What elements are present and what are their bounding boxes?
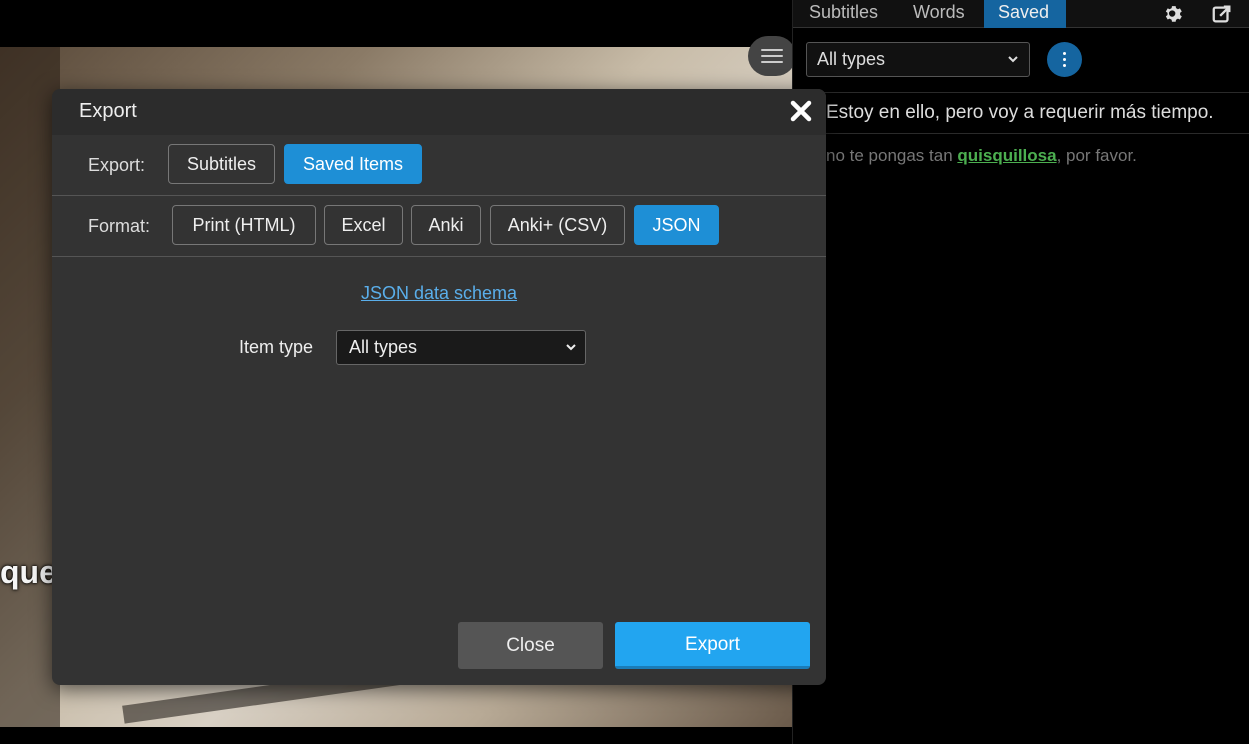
saved-subtitle-line[interactable]: Estoy en ello, pero voy a requerir más t…: [826, 102, 1214, 124]
panel-type-filter-select[interactable]: All types: [806, 42, 1030, 77]
side-panel: Subtitles Words Saved All types Estoy en…: [792, 0, 1249, 744]
format-label: Format:: [88, 216, 151, 236]
export-saved-items-button[interactable]: Saved Items: [284, 144, 422, 184]
vertical-dots-icon: [1063, 52, 1066, 67]
saved-subtitle-line[interactable]: no te pongas tan quisquillosa, por favor…: [826, 146, 1137, 166]
tab-saved[interactable]: Saved: [984, 0, 1066, 28]
export-source-row: Export: Subtitles Saved Items: [52, 135, 826, 196]
panel-divider: [793, 133, 1249, 134]
more-options-button[interactable]: [1047, 42, 1082, 77]
subtitle-text: , por favor.: [1056, 146, 1137, 165]
hamburger-icon: [761, 49, 783, 63]
format-anki-csv-button[interactable]: Anki+ (CSV): [490, 205, 625, 245]
panel-divider: [793, 92, 1249, 93]
panel-tabs: Subtitles Words Saved: [793, 0, 1249, 28]
export-button[interactable]: Export: [615, 622, 810, 669]
chevron-down-icon: [566, 344, 576, 351]
hamburger-menu-button[interactable]: [748, 36, 796, 76]
item-type-label: Item type: [239, 337, 314, 357]
gear-icon[interactable]: [1163, 3, 1185, 25]
format-json-button[interactable]: JSON: [634, 205, 719, 245]
external-edit-icon[interactable]: [1211, 3, 1233, 25]
format-row: Format: Print (HTML) Excel Anki Anki+ (C…: [52, 196, 826, 257]
export-source-label: Export:: [88, 155, 146, 175]
dialog-header: Export: [52, 89, 826, 135]
item-type-select[interactable]: All types: [336, 330, 586, 365]
format-anki-button[interactable]: Anki: [411, 205, 481, 245]
tab-subtitles[interactable]: Subtitles: [795, 0, 892, 28]
export-dialog: Export Export: Subtitles Saved Items For…: [52, 89, 826, 685]
item-type-value: All types: [349, 337, 418, 357]
format-excel-button[interactable]: Excel: [324, 205, 403, 245]
panel-type-filter-value: All types: [817, 49, 886, 69]
close-icon[interactable]: [790, 100, 812, 122]
format-print-html-button[interactable]: Print (HTML): [172, 205, 316, 245]
video-subtitle-fragment: que: [0, 554, 57, 590]
tab-words[interactable]: Words: [899, 0, 979, 28]
export-subtitles-button[interactable]: Subtitles: [168, 144, 275, 184]
video-background-shade: [0, 47, 60, 727]
json-schema-link[interactable]: JSON data schema: [52, 283, 826, 304]
dialog-title: Export: [79, 100, 137, 122]
subtitle-text: no te pongas tan: [826, 146, 958, 165]
close-button[interactable]: Close: [458, 622, 603, 669]
chevron-down-icon: [1008, 56, 1018, 63]
highlighted-word[interactable]: quisquillosa: [957, 146, 1056, 165]
